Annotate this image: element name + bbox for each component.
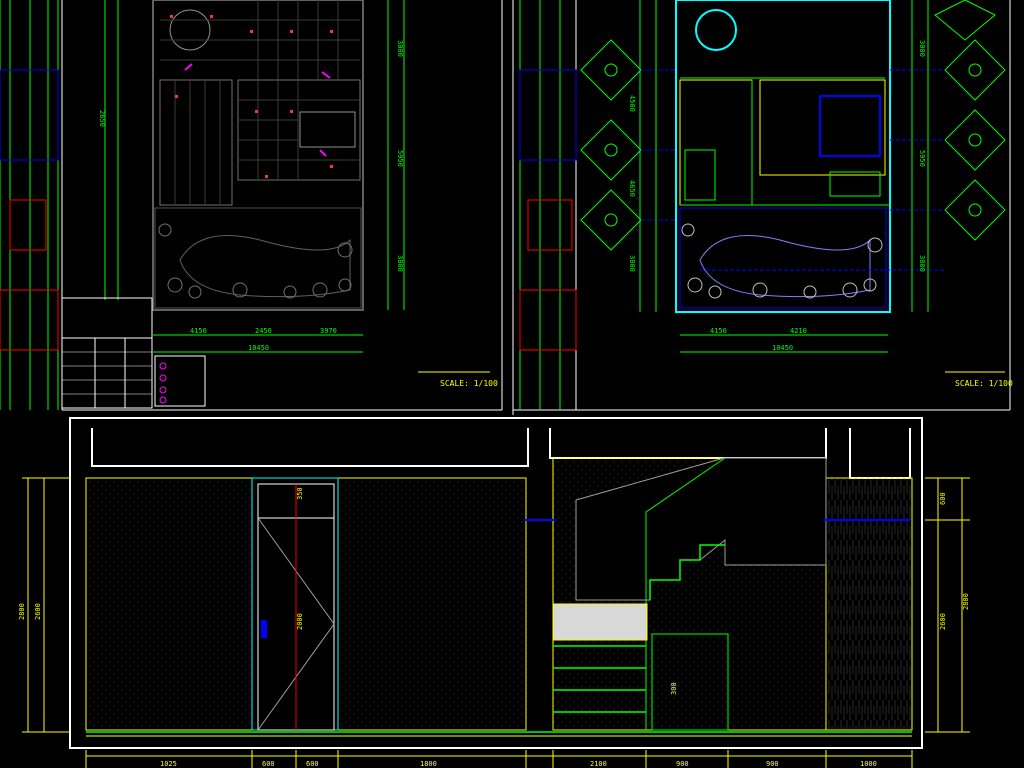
- plan-dim-bottom: 4210: [790, 327, 807, 335]
- elevation-dim-bottom: 900: [766, 760, 779, 768]
- plan-dim-bottom: 2450: [255, 327, 272, 335]
- stair-dim-label: 300: [670, 682, 678, 695]
- plan-dim-left: 4650: [628, 180, 636, 197]
- plan-dim-bottom: 3970: [320, 327, 337, 335]
- plan-dim-total: 10450: [772, 344, 793, 352]
- elevation-dim-bottom: 2100: [590, 760, 607, 768]
- cad-drawing-canvas: 3000 5950 3800 2650 4150 2450 3970 10450: [0, 0, 1024, 768]
- plan-dim-right: 3800: [918, 255, 926, 272]
- elevation-dim-bottom: 900: [676, 760, 689, 768]
- glass-railing: [552, 603, 648, 641]
- sheet-scale-label: SCALE: 1/100: [955, 379, 1013, 388]
- elevation-dim-right: 2800: [962, 593, 970, 610]
- elevation-dim-bottom: 1025: [160, 760, 177, 768]
- wall-panel-middle: [337, 477, 527, 731]
- elevation-dim-bottom: 600: [306, 760, 319, 768]
- sheet-scale-label: SCALE: 1/100: [440, 379, 498, 388]
- elevation-dim-left: 2600: [34, 603, 42, 620]
- plan-dim-total: 10450: [248, 344, 269, 352]
- plan-dim-right: 3800: [396, 255, 404, 272]
- staircase-section: 300: [552, 457, 827, 731]
- plan-dim-left: 2650: [98, 110, 106, 127]
- elevation-dim-bottom: 1000: [860, 760, 877, 768]
- plan-dim-right: 5950: [918, 150, 926, 167]
- plan-dim-right: 5950: [396, 150, 404, 167]
- wall-panel-left: [85, 477, 253, 731]
- plan-dim-bottom: 4150: [710, 327, 727, 335]
- plan-dim-bottom: 4150: [190, 327, 207, 335]
- door-dim-label: 2000: [296, 613, 304, 630]
- elevation-dim-bottom: 1800: [420, 760, 437, 768]
- plan-dim-right: 3000: [918, 40, 926, 57]
- door-dim-label: 350: [296, 487, 304, 500]
- elevation-dim-right: 600: [939, 492, 947, 505]
- plan-dim-left: 4500: [628, 95, 636, 112]
- plan-dim-left: 3800: [628, 255, 636, 272]
- elevation-dim-bottom: 600: [262, 760, 275, 768]
- elevation-dim-left: 2800: [18, 603, 26, 620]
- elevation-dim-right: 2600: [939, 613, 947, 630]
- wood-panel-right: [825, 477, 913, 731]
- door-handle: [261, 620, 267, 638]
- plan-dim-right: 3000: [396, 40, 404, 57]
